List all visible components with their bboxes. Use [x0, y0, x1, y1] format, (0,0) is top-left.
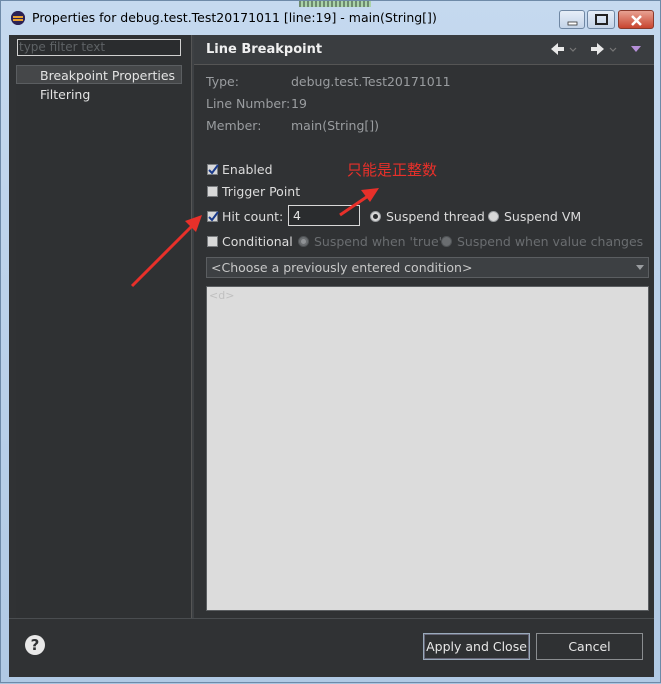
annotation-arrow-to-checkbox: [130, 215, 202, 288]
annotation-arrows: [130, 188, 379, 288]
properties-dialog: Properties for debug.test.Test20171011 […: [0, 0, 661, 683]
annotation-arrow-to-input: [339, 188, 379, 217]
